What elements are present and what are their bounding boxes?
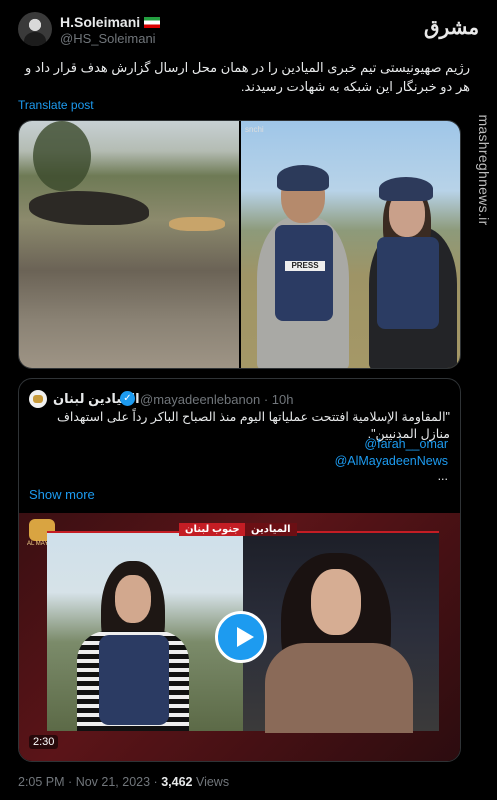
channel-label: الميادين xyxy=(245,523,297,536)
debris xyxy=(29,191,149,225)
quote-ellipsis: ... xyxy=(437,469,448,483)
iran-flag-icon xyxy=(144,17,161,28)
anchor-body xyxy=(265,643,413,733)
mention-almayadeennews[interactable]: @AlMayadeenNews xyxy=(335,454,448,468)
region-label: جنوب لبنان xyxy=(179,523,246,536)
anchor-face xyxy=(311,569,361,635)
quoted-tweet[interactable]: الميادين لبنان ✓ @mayadeenlebanon · 10h … xyxy=(18,378,461,762)
tweet-text: رژیم صهیونیستی تیم خبری المیادین را در ه… xyxy=(25,60,470,94)
watermark: mashreghnews.ir xyxy=(476,114,492,226)
press-vest xyxy=(275,225,333,321)
quote-time[interactable]: 10h xyxy=(272,392,294,407)
press-vest-2 xyxy=(377,237,439,329)
tree xyxy=(33,121,91,191)
author-name[interactable]: H.Soleimani xyxy=(60,14,161,30)
reporter-face xyxy=(115,575,151,623)
helmet xyxy=(277,165,329,191)
verified-badge-icon: ✓ xyxy=(120,391,135,406)
translate-post-link[interactable]: Translate post xyxy=(18,98,94,112)
video-duration: 2:30 xyxy=(29,735,59,749)
tweet-media[interactable]: snchi PRESS xyxy=(18,120,461,369)
tweet: H.Soleimani @HS_Soleimani مشرق mashreghn… xyxy=(0,0,497,800)
author-avatar[interactable] xyxy=(18,12,52,46)
photo-badge: snchi xyxy=(245,125,264,134)
post-date[interactable]: Nov 21, 2023 xyxy=(76,775,150,789)
brand-logo: مشرق xyxy=(424,15,480,39)
mention-farah-omar[interactable]: @farah__omar xyxy=(364,437,448,451)
tweet-footer: 2:05 PM · Nov 21, 2023 · 3,462 Views xyxy=(18,775,230,789)
post-time[interactable]: 2:05 PM xyxy=(18,775,65,789)
press-label: PRESS xyxy=(285,261,325,271)
quote-meta[interactable]: @mayadeenlebanon · 10h xyxy=(140,392,293,407)
journalists-photo[interactable]: snchi PRESS xyxy=(241,121,460,368)
quote-avatar[interactable] xyxy=(29,390,47,408)
reporter-vest xyxy=(99,635,169,725)
play-icon[interactable] xyxy=(215,611,267,663)
animal xyxy=(169,217,225,231)
author-handle[interactable]: @HS_Soleimani xyxy=(60,31,156,46)
quote-video[interactable]: AL MAYADEEN جنوب لبنان الميادين 2:30 xyxy=(19,513,460,761)
views-count[interactable]: 3,462 xyxy=(161,775,192,789)
views-label: Views xyxy=(195,775,230,789)
helmet-2 xyxy=(379,177,433,201)
quote-handle[interactable]: @mayadeenlebanon xyxy=(140,392,260,407)
strike-site-photo[interactable] xyxy=(19,121,239,368)
show-more-link[interactable]: Show more xyxy=(29,487,95,502)
